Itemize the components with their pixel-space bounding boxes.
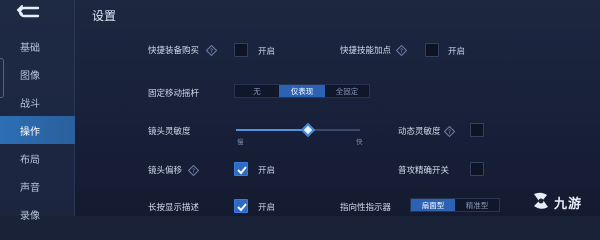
sidebar-item-controls[interactable]: 操作 <box>0 116 75 144</box>
fixed-joystick-label: 固定移动摇杆 <box>148 89 200 99</box>
sidebar-item-sound[interactable]: 声音 <box>0 172 75 200</box>
directional-indicator-label: 指向性指示器 <box>340 203 392 213</box>
basic-attack-precision-checkbox[interactable] <box>470 162 484 176</box>
quick-buy-checkbox[interactable] <box>234 43 248 57</box>
dynamic-sensitivity-label: 动态灵敏度 <box>398 127 441 137</box>
checkmark-icon <box>237 203 247 212</box>
joystick-option-visual[interactable]: 仅表现 <box>279 85 325 97</box>
sidebar-item-graphics[interactable]: 图像 <box>0 60 75 88</box>
svg-text:?: ? <box>448 129 451 136</box>
help-icon[interactable]: ? <box>206 45 217 56</box>
sidebar: 基础 图像 战斗 操作 布局 声音 录像 <box>0 0 75 222</box>
joystick-option-none[interactable]: 无 <box>235 85 279 97</box>
camera-offset-option-label: 开启 <box>258 166 276 176</box>
joystick-option-full[interactable]: 全固定 <box>325 85 369 97</box>
basic-attack-precision-label: 普攻精确开关 <box>398 166 450 176</box>
directional-indicator-selector: 扇面型 精准型 <box>410 198 500 212</box>
help-icon[interactable]: ? <box>396 45 407 56</box>
jiuyou-logo-icon <box>534 192 548 209</box>
back-icon[interactable] <box>14 4 44 20</box>
slider-min-label: 慢 <box>237 138 244 146</box>
sidebar-item-replay[interactable]: 录像 <box>0 200 75 228</box>
sidebar-item-label: 基础 <box>20 42 40 54</box>
sidebar-item-label: 图像 <box>20 70 40 82</box>
long-press-desc-option-label: 开启 <box>258 203 276 213</box>
svg-text:?: ? <box>400 48 403 55</box>
quick-buy-label: 快捷装备购买 <box>148 46 200 56</box>
slider-max-label: 快 <box>356 138 363 146</box>
sidebar-item-label: 声音 <box>20 182 40 194</box>
camera-sensitivity-thumb[interactable] <box>300 122 315 138</box>
camera-sensitivity-fill <box>236 129 308 131</box>
camera-sensitivity-label: 镜头灵敏度 <box>148 127 191 137</box>
long-press-desc-label: 长按显示描述 <box>148 203 200 213</box>
sidebar-item-label: 操作 <box>20 126 40 138</box>
fixed-joystick-selector: 无 仅表现 全固定 <box>234 84 370 98</box>
svg-text:?: ? <box>210 48 213 55</box>
camera-offset-label: 镜头偏移 <box>148 166 183 176</box>
camera-offset-checkbox[interactable] <box>234 162 248 176</box>
quick-buy-option-label: 开启 <box>258 47 276 57</box>
sidebar-item-layout[interactable]: 布局 <box>0 144 75 172</box>
sidebar-item-label: 布局 <box>20 154 40 166</box>
dynamic-sensitivity-checkbox[interactable] <box>470 123 484 137</box>
settings-screen: 基础 图像 战斗 操作 布局 声音 录像 设置 快捷装备购买 ? 开启 快捷技能… <box>0 0 600 222</box>
sidebar-item-basic[interactable]: 基础 <box>0 32 75 60</box>
indicator-option-fan[interactable]: 扇面型 <box>411 199 455 211</box>
indicator-option-precise[interactable]: 精准型 <box>455 199 499 211</box>
watermark: 九游 <box>530 190 592 212</box>
sidebar-item-label: 战斗 <box>20 98 40 110</box>
checkmark-icon <box>237 166 247 175</box>
quick-skill-label: 快捷技能加点 <box>340 46 392 56</box>
long-press-desc-checkbox[interactable] <box>234 199 248 213</box>
sidebar-item-label: 录像 <box>20 210 40 222</box>
page-title: 设置 <box>92 9 117 23</box>
watermark-text: 九游 <box>554 197 583 212</box>
help-icon[interactable]: ? <box>188 165 199 176</box>
sidebar-item-combat[interactable]: 战斗 <box>0 88 75 116</box>
svg-text:?: ? <box>192 168 195 175</box>
quick-skill-checkbox[interactable] <box>425 43 439 57</box>
quick-skill-option-label: 开启 <box>448 47 466 57</box>
help-icon[interactable]: ? <box>444 126 455 137</box>
